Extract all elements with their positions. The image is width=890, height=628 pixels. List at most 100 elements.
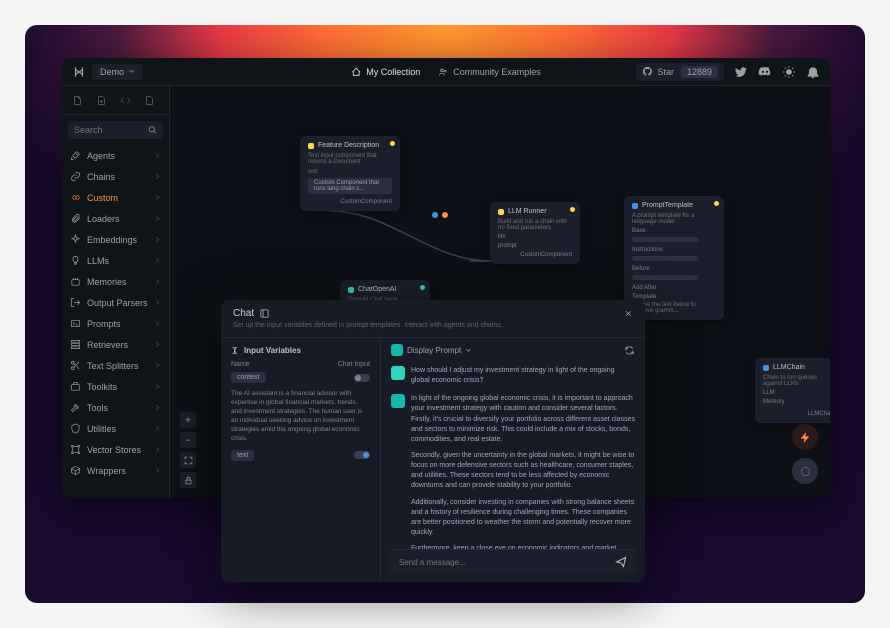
utility-icon <box>70 423 81 434</box>
paperclip-icon <box>70 213 81 224</box>
fit-view-button[interactable] <box>180 452 196 468</box>
chevron-right-icon <box>154 194 161 201</box>
chevron-right-icon <box>154 425 161 432</box>
scissors-icon <box>70 360 81 371</box>
user-message: How should I adjust my investment strate… <box>411 366 635 386</box>
app-logo-icon <box>72 65 86 79</box>
sidebar-item-llms[interactable]: LLMs <box>62 250 169 271</box>
chevron-down-icon <box>465 347 472 354</box>
nav-community-examples[interactable]: Community Examples <box>438 67 541 77</box>
chevron-right-icon <box>154 278 161 285</box>
sidebar-item-label: Chains <box>87 172 115 182</box>
fab-secondary[interactable] <box>792 458 818 484</box>
discord-icon[interactable] <box>758 65 772 79</box>
zoom-out-button[interactable]: − <box>180 432 196 448</box>
sidebar-item-label: Loaders <box>87 214 120 224</box>
expand-icon[interactable] <box>259 308 270 319</box>
sidebar-item-embeddings[interactable]: Embeddings <box>62 229 169 250</box>
prompt-avatar <box>391 344 403 356</box>
sidebar-item-label: Toolkits <box>87 382 117 392</box>
sparkle-icon <box>70 234 81 245</box>
output-icon <box>70 297 81 308</box>
bell-icon[interactable] <box>806 65 820 79</box>
composer-input[interactable] <box>399 558 609 567</box>
theme-toggle-icon[interactable] <box>782 65 796 79</box>
chevron-right-icon <box>154 215 161 222</box>
sidebar-item-tools[interactable]: Tools <box>62 397 169 418</box>
chevron-right-icon <box>154 446 161 453</box>
sidebar-item-loaders[interactable]: Loaders <box>62 208 169 229</box>
rocket-icon <box>70 150 81 161</box>
node-feature-description[interactable]: Feature Description Text input component… <box>300 136 400 211</box>
sidebar: Agents Chains Custom Loaders Embeddings LLMs M… <box>62 86 170 498</box>
chat-panel: Chat Set up the input variables defined … <box>221 300 645 582</box>
display-prompt-dropdown[interactable]: Display Prompt <box>407 346 461 355</box>
sidebar-item-vector-stores[interactable]: Vector Stores <box>62 439 169 460</box>
chat-subtitle: Set up the input variables defined in pr… <box>233 322 633 329</box>
search-input[interactable] <box>74 125 148 135</box>
sidebar-item-label: Memories <box>87 277 127 287</box>
node-llm-chain[interactable]: LLMChain Chain to run queries against LL… <box>755 358 830 423</box>
nav-my-collection[interactable]: My Collection <box>351 67 420 77</box>
variable-icon <box>231 346 240 355</box>
lock-button[interactable] <box>180 472 196 488</box>
chevron-right-icon <box>154 362 161 369</box>
sidebar-item-label: LLMs <box>87 256 109 266</box>
star-count: 12889 <box>681 66 718 78</box>
github-icon <box>642 66 653 77</box>
send-icon[interactable] <box>615 556 627 568</box>
home-icon <box>351 67 361 77</box>
sidebar-item-label: Embeddings <box>87 235 137 245</box>
users-icon <box>438 67 448 77</box>
prompt-icon <box>70 318 81 329</box>
close-icon[interactable] <box>624 309 633 318</box>
search-icon <box>148 125 157 135</box>
sidebar-item-agents[interactable]: Agents <box>62 145 169 166</box>
sidebar-item-label: Custom <box>87 193 118 203</box>
project-name: Demo <box>100 67 124 77</box>
fab-lightning[interactable] <box>792 424 818 450</box>
toolkit-icon <box>70 381 81 392</box>
chevron-right-icon <box>154 236 161 243</box>
chevron-right-icon <box>154 383 161 390</box>
sidebar-item-utilities[interactable]: Utilities <box>62 418 169 439</box>
sidebar-item-custom[interactable]: Custom <box>62 187 169 208</box>
toggle-text[interactable] <box>354 451 370 459</box>
refresh-icon[interactable] <box>624 345 635 356</box>
bot-avatar <box>391 394 405 408</box>
sidebar-list: Agents Chains Custom Loaders Embeddings LLMs M… <box>62 145 169 498</box>
chevron-down-icon <box>128 68 135 75</box>
memory-icon <box>70 276 81 287</box>
tab-file-add-icon[interactable] <box>92 91 110 109</box>
toggle-context[interactable] <box>354 374 370 382</box>
chevron-right-icon <box>154 467 161 474</box>
sidebar-item-label: Vector Stores <box>87 445 141 455</box>
var-context: context <box>231 372 266 383</box>
github-star-button[interactable]: Star 12889 <box>636 63 724 81</box>
chevron-right-icon <box>154 341 161 348</box>
sidebar-item-label: Utilities <box>87 424 116 434</box>
sidebar-item-prompts[interactable]: Prompts <box>62 313 169 334</box>
sidebar-item-retrievers[interactable]: Retrievers <box>62 334 169 355</box>
tab-file-new-icon[interactable] <box>68 91 86 109</box>
sidebar-item-text-splitters[interactable]: Text Splitters <box>62 355 169 376</box>
link-icon <box>70 171 81 182</box>
zoom-in-button[interactable]: + <box>180 412 196 428</box>
chevron-right-icon <box>154 152 161 159</box>
sidebar-item-toolkits[interactable]: Toolkits <box>62 376 169 397</box>
sidebar-item-label: Output Parsers <box>87 298 148 308</box>
sidebar-item-label: Agents <box>87 151 115 161</box>
sidebar-item-chains[interactable]: Chains <box>62 166 169 187</box>
project-dropdown[interactable]: Demo <box>92 64 143 80</box>
node-llm-runner[interactable]: LLM Runner Build and run a chain with no… <box>490 202 580 264</box>
sidebar-item-memories[interactable]: Memories <box>62 271 169 292</box>
tab-code-icon[interactable] <box>116 91 134 109</box>
wrench-icon <box>70 402 81 413</box>
chevron-right-icon <box>154 404 161 411</box>
vector-icon <box>70 444 81 455</box>
twitter-icon[interactable] <box>734 65 748 79</box>
tab-file-blank-icon[interactable] <box>140 91 158 109</box>
sidebar-item-output-parsers[interactable]: Output Parsers <box>62 292 169 313</box>
chevron-right-icon <box>154 320 161 327</box>
sidebar-item-wrappers[interactable]: Wrappers <box>62 460 169 481</box>
